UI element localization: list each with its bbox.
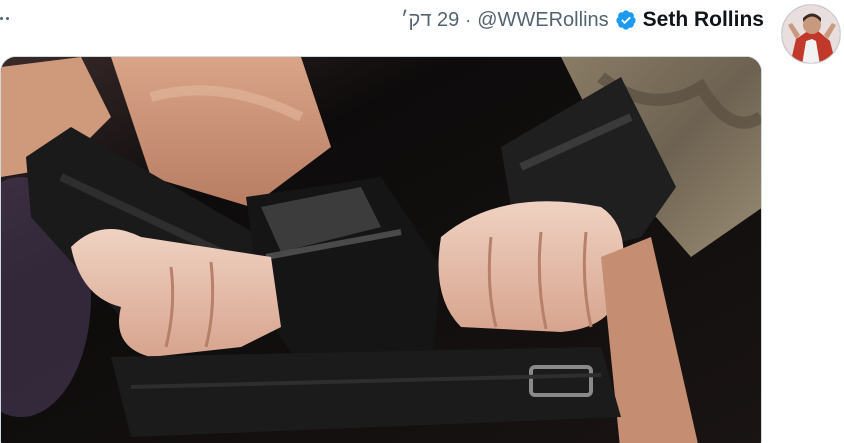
tweet-header: 29 דק׳ · @WWERollins Seth Rollins <box>401 6 764 34</box>
tweet-media-image[interactable] <box>0 56 762 443</box>
tweet: 29 דק׳ · @WWERollins Seth Rollins <box>0 0 844 443</box>
more-options-button[interactable] <box>0 8 24 28</box>
user-handle[interactable]: @WWERollins <box>477 9 608 32</box>
separator-dot: · <box>465 9 472 30</box>
user-display-name[interactable]: Seth Rollins <box>643 8 764 32</box>
more-dots-icon <box>0 16 3 20</box>
tweet-timestamp[interactable]: 29 דק׳ <box>401 9 459 32</box>
user-avatar[interactable] <box>781 4 841 64</box>
verified-badge-icon <box>615 9 637 31</box>
